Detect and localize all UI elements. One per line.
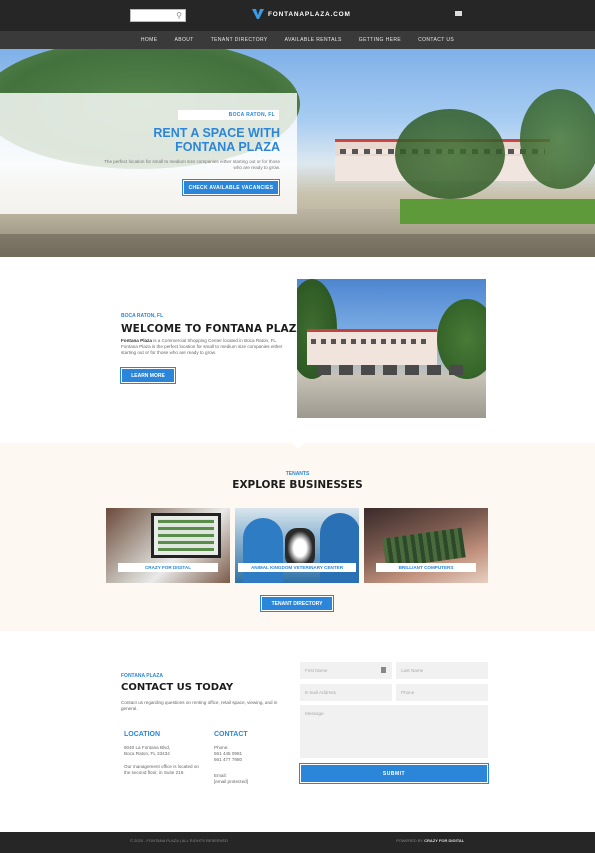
learn-more-button[interactable]: LEARN MORE bbox=[121, 368, 175, 383]
hero-title: RENT A SPACE WITH FONTANA PLAZA bbox=[120, 126, 280, 154]
nav-available-rentals[interactable]: AVAILABLE RENTALS bbox=[285, 37, 342, 43]
logo-text: FONTANAPLAZA.COM bbox=[268, 10, 351, 18]
email-link[interactable]: [email protected] bbox=[214, 779, 248, 785]
main-nav: HOME ABOUT TENANT DIRECTORY AVAILABLE RE… bbox=[0, 31, 595, 49]
explore-tag: TENANTS bbox=[285, 471, 310, 477]
plaza-photo bbox=[297, 279, 486, 418]
tenant-directory-button[interactable]: TENANT DIRECTORY bbox=[261, 596, 333, 611]
business-card-label[interactable]: CRAZY FOR DIGITAL bbox=[118, 563, 218, 572]
message-placeholder: Message bbox=[305, 711, 324, 716]
office-note-line-2: the second floor, in Suite 219. bbox=[124, 770, 185, 775]
welcome-tag: BOCA RATON, FL bbox=[121, 313, 164, 319]
nav-contact-us[interactable]: CONTACT US bbox=[418, 37, 454, 43]
mail-icon[interactable] bbox=[455, 11, 462, 16]
last-name-field[interactable]: Last Name bbox=[396, 662, 488, 679]
footer-copyright: © 2020 - FONTANA PLAZA | ALL RIGHTS RESE… bbox=[130, 838, 228, 843]
contact-title: CONTACT US TODAY bbox=[121, 682, 234, 693]
contact-heading: CONTACT bbox=[214, 731, 248, 738]
nav-getting-here[interactable]: GETTING HERE bbox=[359, 37, 401, 43]
explore-title: EXPLORE BUSINESSES bbox=[232, 479, 363, 491]
hero-location-tag: BOCA RATON, FL bbox=[178, 110, 279, 120]
contact-tag: FONTANA PLAZA bbox=[121, 673, 163, 679]
phone-field[interactable]: Phone bbox=[396, 684, 488, 701]
location-heading: LOCATION bbox=[124, 731, 161, 738]
email-field[interactable]: E-mail Address bbox=[300, 684, 392, 701]
nav-home[interactable]: HOME bbox=[141, 37, 158, 43]
search-input[interactable]: ⚲ bbox=[130, 9, 186, 22]
business-card-label[interactable]: BRILLIANT COMPUTERS bbox=[376, 563, 476, 572]
business-card-animal-kingdom[interactable]: ANIMAL KINGDOM VETERINARY CENTER bbox=[235, 508, 359, 583]
message-field[interactable]: Message bbox=[300, 705, 488, 758]
welcome-title: WELCOME TO FONTANA PLAZA bbox=[121, 323, 305, 335]
page: ⚲ FONTANAPLAZA.COM HOME ABOUT TENANT DIR… bbox=[0, 0, 595, 853]
welcome-body-strong: Fontana Plaza bbox=[121, 338, 152, 343]
welcome-body: Fontana Plaza is a Commercial Shopping C… bbox=[121, 338, 291, 356]
footer bbox=[0, 832, 595, 853]
last-name-placeholder: Last Name bbox=[401, 668, 424, 673]
footer-powered-by: POWERED BY CRAZY FOR DIGITAL bbox=[396, 838, 464, 843]
first-name-placeholder: First Name bbox=[305, 668, 328, 673]
site-logo[interactable]: FONTANAPLAZA.COM bbox=[252, 8, 351, 20]
nav-about[interactable]: ABOUT bbox=[174, 37, 193, 43]
logo-v-icon bbox=[252, 9, 264, 19]
submit-button[interactable]: SUBMIT bbox=[300, 764, 488, 783]
hero-subtitle: The perfect location for small to medium… bbox=[104, 159, 280, 170]
email-placeholder: E-mail Address bbox=[305, 690, 336, 695]
nav-tenant-directory[interactable]: TENANT DIRECTORY bbox=[211, 37, 268, 43]
contact-card-icon bbox=[381, 667, 386, 673]
address-line-2: Boca Raton, FL 33434 bbox=[124, 751, 170, 756]
business-card-label[interactable]: ANIMAL KINGDOM VETERINARY CENTER bbox=[238, 563, 356, 572]
search-icon[interactable]: ⚲ bbox=[176, 11, 182, 20]
phone-number-2[interactable]: 561 477 7980 bbox=[214, 757, 242, 763]
hero-title-line2: FONTANA PLAZA bbox=[175, 140, 280, 154]
phone-placeholder: Phone bbox=[401, 690, 415, 695]
powered-by-prefix: POWERED BY bbox=[396, 838, 425, 843]
business-card-crazy-for-digital[interactable]: CRAZY FOR DIGITAL bbox=[106, 508, 230, 583]
powered-by-link[interactable]: CRAZY FOR DIGITAL bbox=[424, 838, 464, 843]
business-card-brilliant-computers[interactable]: BRILLIANT COMPUTERS bbox=[364, 508, 488, 583]
check-vacancies-button[interactable]: CHECK AVAILABLE VACANCIES bbox=[183, 180, 279, 195]
first-name-field[interactable]: First Name bbox=[300, 662, 392, 679]
hero-title-line1: RENT A SPACE WITH bbox=[153, 126, 280, 140]
contact-description: Contact us regarding questions on rentin… bbox=[121, 700, 278, 711]
